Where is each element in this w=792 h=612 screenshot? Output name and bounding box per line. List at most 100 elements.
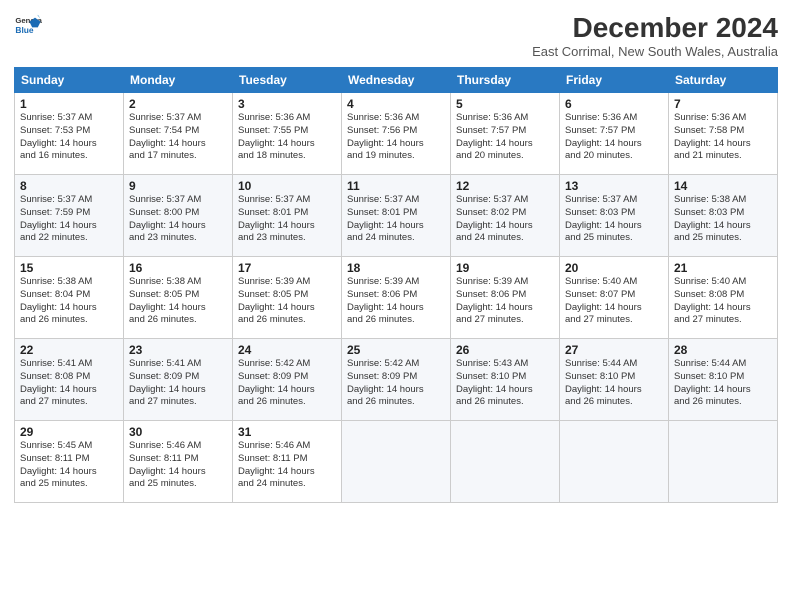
day-info: Sunrise: 5:37 AMSunset: 7:53 PMDaylight:… bbox=[20, 112, 118, 163]
day-number: 9 bbox=[129, 179, 227, 193]
calendar-cell: 16Sunrise: 5:38 AMSunset: 8:05 PMDayligh… bbox=[124, 257, 233, 339]
day-info: Sunrise: 5:38 AMSunset: 8:05 PMDaylight:… bbox=[129, 276, 227, 327]
calendar-cell: 28Sunrise: 5:44 AMSunset: 8:10 PMDayligh… bbox=[669, 339, 778, 421]
day-info: Sunrise: 5:38 AMSunset: 8:03 PMDaylight:… bbox=[674, 194, 772, 245]
day-number: 5 bbox=[456, 97, 554, 111]
svg-text:Blue: Blue bbox=[15, 25, 33, 35]
day-number: 16 bbox=[129, 261, 227, 275]
day-number: 13 bbox=[565, 179, 663, 193]
calendar: Sunday Monday Tuesday Wednesday Thursday… bbox=[14, 67, 778, 503]
day-info: Sunrise: 5:40 AMSunset: 8:07 PMDaylight:… bbox=[565, 276, 663, 327]
day-info: Sunrise: 5:36 AMSunset: 7:58 PMDaylight:… bbox=[674, 112, 772, 163]
day-number: 29 bbox=[20, 425, 118, 439]
calendar-cell: 24Sunrise: 5:42 AMSunset: 8:09 PMDayligh… bbox=[233, 339, 342, 421]
day-info: Sunrise: 5:37 AMSunset: 8:03 PMDaylight:… bbox=[565, 194, 663, 245]
day-info: Sunrise: 5:42 AMSunset: 8:09 PMDaylight:… bbox=[347, 358, 445, 409]
day-info: Sunrise: 5:43 AMSunset: 8:10 PMDaylight:… bbox=[456, 358, 554, 409]
calendar-cell: 8Sunrise: 5:37 AMSunset: 7:59 PMDaylight… bbox=[15, 175, 124, 257]
calendar-cell: 2Sunrise: 5:37 AMSunset: 7:54 PMDaylight… bbox=[124, 93, 233, 175]
day-number: 28 bbox=[674, 343, 772, 357]
day-number: 25 bbox=[347, 343, 445, 357]
day-info: Sunrise: 5:41 AMSunset: 8:08 PMDaylight:… bbox=[20, 358, 118, 409]
calendar-cell: 10Sunrise: 5:37 AMSunset: 8:01 PMDayligh… bbox=[233, 175, 342, 257]
calendar-header-row: Sunday Monday Tuesday Wednesday Thursday… bbox=[15, 68, 778, 93]
calendar-cell: 29Sunrise: 5:45 AMSunset: 8:11 PMDayligh… bbox=[15, 421, 124, 503]
calendar-cell: 1Sunrise: 5:37 AMSunset: 7:53 PMDaylight… bbox=[15, 93, 124, 175]
day-info: Sunrise: 5:36 AMSunset: 7:57 PMDaylight:… bbox=[456, 112, 554, 163]
day-number: 3 bbox=[238, 97, 336, 111]
calendar-cell: 17Sunrise: 5:39 AMSunset: 8:05 PMDayligh… bbox=[233, 257, 342, 339]
calendar-cell: 18Sunrise: 5:39 AMSunset: 8:06 PMDayligh… bbox=[342, 257, 451, 339]
calendar-cell: 7Sunrise: 5:36 AMSunset: 7:58 PMDaylight… bbox=[669, 93, 778, 175]
col-saturday: Saturday bbox=[669, 68, 778, 93]
day-info: Sunrise: 5:37 AMSunset: 8:02 PMDaylight:… bbox=[456, 194, 554, 245]
day-number: 23 bbox=[129, 343, 227, 357]
day-info: Sunrise: 5:37 AMSunset: 8:00 PMDaylight:… bbox=[129, 194, 227, 245]
calendar-cell: 23Sunrise: 5:41 AMSunset: 8:09 PMDayligh… bbox=[124, 339, 233, 421]
day-info: Sunrise: 5:37 AMSunset: 8:01 PMDaylight:… bbox=[347, 194, 445, 245]
calendar-cell: 31Sunrise: 5:46 AMSunset: 8:11 PMDayligh… bbox=[233, 421, 342, 503]
day-number: 12 bbox=[456, 179, 554, 193]
calendar-cell: 6Sunrise: 5:36 AMSunset: 7:57 PMDaylight… bbox=[560, 93, 669, 175]
calendar-cell: 15Sunrise: 5:38 AMSunset: 8:04 PMDayligh… bbox=[15, 257, 124, 339]
col-sunday: Sunday bbox=[15, 68, 124, 93]
day-info: Sunrise: 5:37 AMSunset: 8:01 PMDaylight:… bbox=[238, 194, 336, 245]
calendar-week-1: 1Sunrise: 5:37 AMSunset: 7:53 PMDaylight… bbox=[15, 93, 778, 175]
calendar-cell: 20Sunrise: 5:40 AMSunset: 8:07 PMDayligh… bbox=[560, 257, 669, 339]
day-number: 14 bbox=[674, 179, 772, 193]
day-number: 2 bbox=[129, 97, 227, 111]
page-header: General Blue General Blue December 2024 … bbox=[14, 12, 778, 59]
day-number: 8 bbox=[20, 179, 118, 193]
calendar-week-3: 15Sunrise: 5:38 AMSunset: 8:04 PMDayligh… bbox=[15, 257, 778, 339]
logo-icon: General Blue bbox=[14, 12, 42, 40]
day-info: Sunrise: 5:37 AMSunset: 7:59 PMDaylight:… bbox=[20, 194, 118, 245]
day-info: Sunrise: 5:42 AMSunset: 8:09 PMDaylight:… bbox=[238, 358, 336, 409]
col-monday: Monday bbox=[124, 68, 233, 93]
calendar-cell: 4Sunrise: 5:36 AMSunset: 7:56 PMDaylight… bbox=[342, 93, 451, 175]
day-info: Sunrise: 5:39 AMSunset: 8:06 PMDaylight:… bbox=[456, 276, 554, 327]
logo: General Blue General Blue bbox=[14, 12, 42, 40]
calendar-cell: 14Sunrise: 5:38 AMSunset: 8:03 PMDayligh… bbox=[669, 175, 778, 257]
day-info: Sunrise: 5:46 AMSunset: 8:11 PMDaylight:… bbox=[129, 440, 227, 491]
day-info: Sunrise: 5:44 AMSunset: 8:10 PMDaylight:… bbox=[674, 358, 772, 409]
calendar-week-5: 29Sunrise: 5:45 AMSunset: 8:11 PMDayligh… bbox=[15, 421, 778, 503]
day-number: 10 bbox=[238, 179, 336, 193]
calendar-cell bbox=[560, 421, 669, 503]
day-info: Sunrise: 5:36 AMSunset: 7:57 PMDaylight:… bbox=[565, 112, 663, 163]
calendar-cell: 5Sunrise: 5:36 AMSunset: 7:57 PMDaylight… bbox=[451, 93, 560, 175]
day-number: 7 bbox=[674, 97, 772, 111]
day-number: 22 bbox=[20, 343, 118, 357]
day-info: Sunrise: 5:39 AMSunset: 8:05 PMDaylight:… bbox=[238, 276, 336, 327]
day-number: 21 bbox=[674, 261, 772, 275]
day-info: Sunrise: 5:37 AMSunset: 7:54 PMDaylight:… bbox=[129, 112, 227, 163]
calendar-cell: 11Sunrise: 5:37 AMSunset: 8:01 PMDayligh… bbox=[342, 175, 451, 257]
col-tuesday: Tuesday bbox=[233, 68, 342, 93]
calendar-cell: 26Sunrise: 5:43 AMSunset: 8:10 PMDayligh… bbox=[451, 339, 560, 421]
day-number: 18 bbox=[347, 261, 445, 275]
day-info: Sunrise: 5:40 AMSunset: 8:08 PMDaylight:… bbox=[674, 276, 772, 327]
day-number: 20 bbox=[565, 261, 663, 275]
day-number: 6 bbox=[565, 97, 663, 111]
day-number: 11 bbox=[347, 179, 445, 193]
calendar-cell: 9Sunrise: 5:37 AMSunset: 8:00 PMDaylight… bbox=[124, 175, 233, 257]
col-friday: Friday bbox=[560, 68, 669, 93]
calendar-cell: 19Sunrise: 5:39 AMSunset: 8:06 PMDayligh… bbox=[451, 257, 560, 339]
day-number: 26 bbox=[456, 343, 554, 357]
day-number: 4 bbox=[347, 97, 445, 111]
day-number: 24 bbox=[238, 343, 336, 357]
day-number: 19 bbox=[456, 261, 554, 275]
col-wednesday: Wednesday bbox=[342, 68, 451, 93]
calendar-week-4: 22Sunrise: 5:41 AMSunset: 8:08 PMDayligh… bbox=[15, 339, 778, 421]
calendar-cell: 25Sunrise: 5:42 AMSunset: 8:09 PMDayligh… bbox=[342, 339, 451, 421]
calendar-cell: 22Sunrise: 5:41 AMSunset: 8:08 PMDayligh… bbox=[15, 339, 124, 421]
location: East Corrimal, New South Wales, Australi… bbox=[532, 44, 778, 59]
calendar-cell: 3Sunrise: 5:36 AMSunset: 7:55 PMDaylight… bbox=[233, 93, 342, 175]
day-number: 27 bbox=[565, 343, 663, 357]
day-number: 15 bbox=[20, 261, 118, 275]
calendar-cell: 30Sunrise: 5:46 AMSunset: 8:11 PMDayligh… bbox=[124, 421, 233, 503]
day-info: Sunrise: 5:41 AMSunset: 8:09 PMDaylight:… bbox=[129, 358, 227, 409]
day-number: 1 bbox=[20, 97, 118, 111]
day-info: Sunrise: 5:39 AMSunset: 8:06 PMDaylight:… bbox=[347, 276, 445, 327]
calendar-cell bbox=[669, 421, 778, 503]
day-info: Sunrise: 5:45 AMSunset: 8:11 PMDaylight:… bbox=[20, 440, 118, 491]
